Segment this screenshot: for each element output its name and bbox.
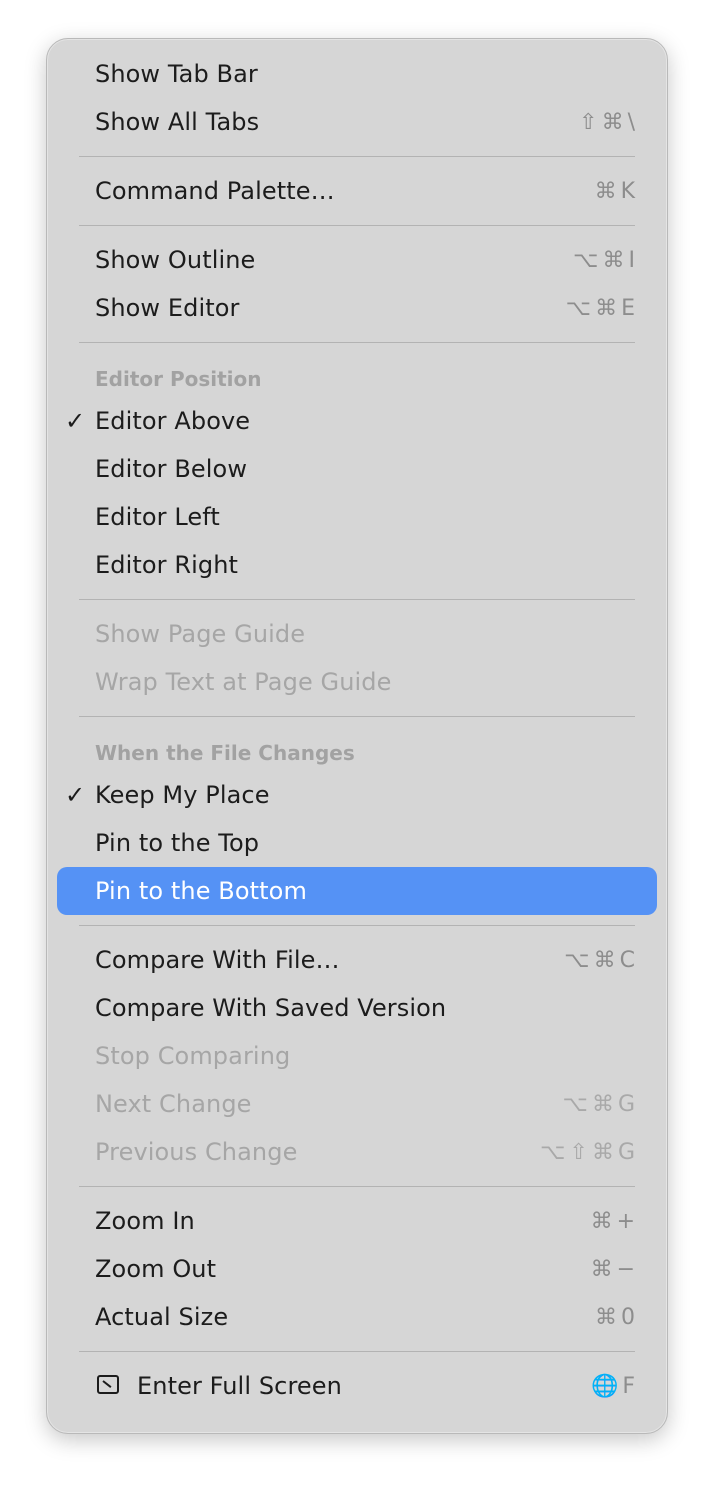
menu-item-label: Stop Comparing bbox=[95, 1042, 291, 1070]
menu-item-label: Editor Right bbox=[95, 551, 239, 579]
menu-separator bbox=[79, 925, 635, 926]
menu-item-label: Show Outline bbox=[95, 246, 256, 274]
section-header-editor-position: Editor Position bbox=[95, 367, 262, 391]
menu-item-next-change: Next Change ⌥⌘G bbox=[57, 1080, 657, 1128]
menu-item-shortcut: ⌥⌘I bbox=[573, 247, 639, 273]
menu-item-label: Compare With Saved Version bbox=[95, 994, 447, 1022]
menu-item-pin-to-top[interactable]: Pin to the Top bbox=[57, 819, 657, 867]
menu-item-label: Keep My Place bbox=[95, 781, 270, 809]
menu-separator bbox=[79, 1186, 635, 1187]
menu-item-command-palette[interactable]: Command Palette… ⌘K bbox=[57, 167, 657, 215]
menu-separator bbox=[79, 156, 635, 157]
fullscreen-icon bbox=[97, 1375, 119, 1394]
menu-item-enter-full-screen[interactable]: Enter Full Screen 🌐F bbox=[57, 1362, 657, 1410]
menu-separator bbox=[79, 1351, 635, 1352]
menu-item-show-page-guide: Show Page Guide bbox=[57, 610, 657, 658]
menu-item-shortcut: ⇧⌘\ bbox=[579, 109, 639, 135]
menu-item-label: Editor Below bbox=[95, 455, 248, 483]
view-menu: Show Tab Bar Show All Tabs ⇧⌘\ Command P… bbox=[46, 38, 668, 1434]
menu-item-actual-size[interactable]: Actual Size ⌘0 bbox=[57, 1293, 657, 1341]
menu-item-shortcut: ⌥⌘C bbox=[564, 947, 639, 973]
menu-item-wrap-text-page-guide: Wrap Text at Page Guide bbox=[57, 658, 657, 706]
menu-item-label: Next Change bbox=[95, 1090, 252, 1118]
menu-item-shortcut: ⌘0 bbox=[595, 1304, 639, 1330]
menu-item-shortcut: ⌥⌘G bbox=[562, 1091, 639, 1117]
menu-item-zoom-out[interactable]: Zoom Out ⌘− bbox=[57, 1245, 657, 1293]
menu-item-label: Pin to the Bottom bbox=[95, 877, 307, 905]
menu-item-label: Compare With File… bbox=[95, 946, 340, 974]
menu-item-compare-with-saved[interactable]: Compare With Saved Version bbox=[57, 984, 657, 1032]
menu-item-previous-change: Previous Change ⌥⇧⌘G bbox=[57, 1128, 657, 1176]
menu-item-editor-above[interactable]: ✓ Editor Above bbox=[57, 397, 657, 445]
menu-item-label: Command Palette… bbox=[95, 177, 335, 205]
menu-separator bbox=[79, 716, 635, 717]
menu-item-shortcut: ⌘K bbox=[594, 178, 639, 204]
menu-separator bbox=[79, 599, 635, 600]
menu-item-compare-with-file[interactable]: Compare With File… ⌥⌘C bbox=[57, 936, 657, 984]
menu-item-label: Show Editor bbox=[95, 294, 240, 322]
menu-item-keep-my-place[interactable]: ✓ Keep My Place bbox=[57, 771, 657, 819]
menu-item-shortcut: ⌥⇧⌘G bbox=[540, 1139, 639, 1165]
menu-item-label: Zoom In bbox=[95, 1207, 195, 1235]
menu-item-label: Show All Tabs bbox=[95, 108, 260, 136]
menu-item-label: Show Tab Bar bbox=[95, 60, 258, 88]
checkmark-icon: ✓ bbox=[65, 781, 86, 809]
menu-item-pin-to-bottom[interactable]: Pin to the Bottom bbox=[57, 867, 657, 915]
menu-item-zoom-in[interactable]: Zoom In ⌘+ bbox=[57, 1197, 657, 1245]
menu-separator bbox=[79, 342, 635, 343]
checkmark-icon: ✓ bbox=[65, 407, 86, 435]
menu-item-label: Pin to the Top bbox=[95, 829, 260, 857]
menu-item-label: Editor Above bbox=[95, 407, 251, 435]
section-header-file-changes: When the File Changes bbox=[95, 741, 355, 765]
menu-item-label: Enter Full Screen bbox=[137, 1372, 342, 1400]
menu-item-show-outline[interactable]: Show Outline ⌥⌘I bbox=[57, 236, 657, 284]
menu-item-show-all-tabs[interactable]: Show All Tabs ⇧⌘\ bbox=[57, 98, 657, 146]
menu-item-editor-right[interactable]: Editor Right bbox=[57, 541, 657, 589]
menu-item-show-editor[interactable]: Show Editor ⌥⌘E bbox=[57, 284, 657, 332]
menu-item-label: Show Page Guide bbox=[95, 620, 306, 648]
menu-separator bbox=[79, 225, 635, 226]
menu-item-label: Editor Left bbox=[95, 503, 220, 531]
menu-item-shortcut: ⌘+ bbox=[590, 1208, 639, 1234]
menu-item-editor-below[interactable]: Editor Below bbox=[57, 445, 657, 493]
menu-item-stop-comparing: Stop Comparing bbox=[57, 1032, 657, 1080]
menu-item-label: Previous Change bbox=[95, 1138, 298, 1166]
menu-item-label: Actual Size bbox=[95, 1303, 229, 1331]
menu-item-shortcut: 🌐F bbox=[590, 1373, 639, 1399]
menu-item-shortcut: ⌘− bbox=[590, 1256, 639, 1282]
menu-item-editor-left[interactable]: Editor Left bbox=[57, 493, 657, 541]
menu-item-show-tab-bar[interactable]: Show Tab Bar bbox=[57, 50, 657, 98]
menu-item-shortcut: ⌥⌘E bbox=[565, 295, 639, 321]
menu-item-label: Wrap Text at Page Guide bbox=[95, 668, 392, 696]
menu-item-label: Zoom Out bbox=[95, 1255, 217, 1283]
